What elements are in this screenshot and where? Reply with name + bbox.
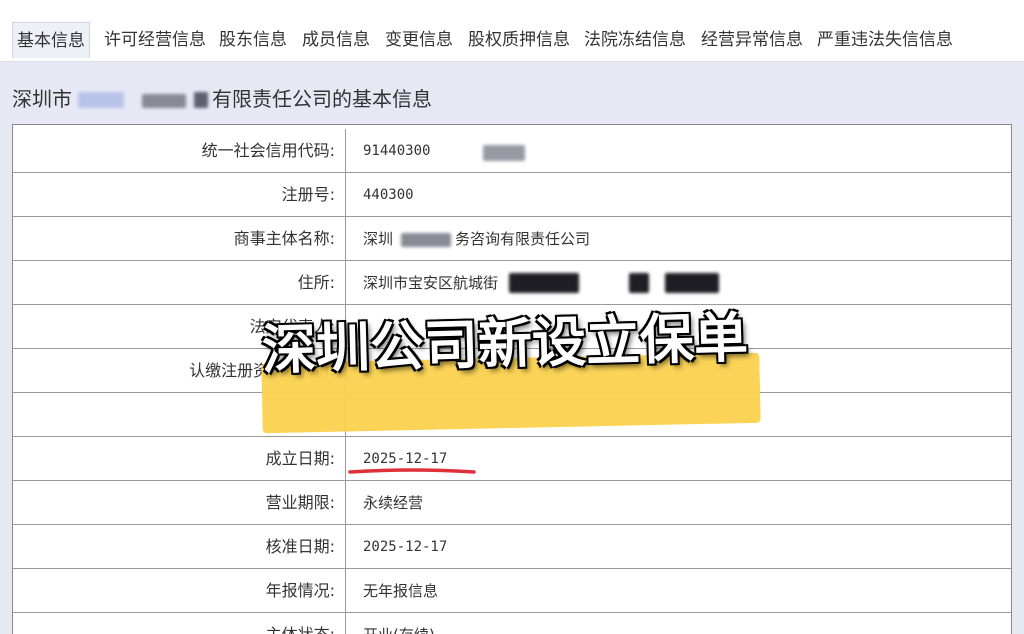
redaction-blur xyxy=(629,273,649,293)
redaction-blur xyxy=(401,233,451,247)
table-row: 注册号: 440300 xyxy=(13,173,1011,217)
entity-status-value: 开业(存续) xyxy=(363,613,435,634)
tab-member-info[interactable]: 成员信息 xyxy=(302,22,370,58)
redaction-blur xyxy=(665,273,719,293)
tab-serious-violation-info[interactable]: 严重违法失信信息 xyxy=(817,22,953,58)
redaction-blur xyxy=(78,92,124,108)
tab-basic-info[interactable]: 基本信息 xyxy=(12,22,90,58)
table-row: 成立日期: 2025-12-17 xyxy=(13,437,1011,481)
table-row: 核准日期: 2025-12-17 xyxy=(13,525,1011,569)
business-term-value: 永续经营 xyxy=(363,494,424,512)
tab-shareholder-info[interactable]: 股东信息 xyxy=(219,22,287,58)
redaction-blur xyxy=(509,273,579,293)
tab-court-freeze-info[interactable]: 法院冻结信息 xyxy=(584,22,686,58)
business-term-label: 营业期限: xyxy=(13,481,346,525)
table-row: 营业期限: 永续经营 xyxy=(13,481,1011,525)
approval-date-value: 2025-12-17 xyxy=(363,539,448,555)
annual-report-value: 无年报信息 xyxy=(363,582,439,600)
title-suffix: 有限责任公司的基本信息 xyxy=(212,87,432,111)
tab-change-info[interactable]: 变更信息 xyxy=(385,22,453,58)
entity-name-value-prefix: 深圳 xyxy=(363,230,394,248)
address-value: 深圳市宝安区航城街 xyxy=(363,274,499,292)
table-row: 商事主体名称: 深圳 务咨询有限责任公司 xyxy=(13,217,1011,261)
registration-number-label: 注册号: xyxy=(13,173,346,217)
red-underline-mark xyxy=(348,468,476,474)
table-row: 年报情况: 无年报信息 xyxy=(13,569,1011,613)
redaction-blur xyxy=(483,145,525,161)
establishment-date-label: 成立日期: xyxy=(13,437,346,481)
approval-date-label: 核准日期: xyxy=(13,525,346,569)
overlay-caption: 深圳公司新设立保单 xyxy=(261,306,749,382)
table-row: 统一社会信用代码: 91440300 xyxy=(13,129,1011,173)
entity-status-label: 主体状态: xyxy=(13,613,346,634)
credit-code-value: 91440300 xyxy=(363,143,431,159)
entity-name-label: 商事主体名称: xyxy=(13,217,346,261)
registration-number-value: 440300 xyxy=(363,187,414,203)
table-row: 住所: 深圳市宝安区航城街 xyxy=(13,261,1011,305)
tab-equity-pledge-info[interactable]: 股权质押信息 xyxy=(468,22,570,58)
credit-code-label: 统一社会信用代码: xyxy=(13,129,346,173)
title-prefix: 深圳市 xyxy=(12,87,72,111)
tab-bar: 基本信息 许可经营信息 股东信息 成员信息 变更信息 股权质押信息 法院冻结信息… xyxy=(0,0,1024,62)
annual-report-label: 年报情况: xyxy=(13,569,346,613)
table-row: 主体状态: 开业(存续) xyxy=(13,613,1011,634)
redaction-blur xyxy=(142,94,186,108)
tab-license-info[interactable]: 许可经营信息 xyxy=(104,22,206,58)
address-label: 住所: xyxy=(13,261,346,305)
redaction-blur xyxy=(194,92,208,108)
tab-abnormal-operation-info[interactable]: 经营异常信息 xyxy=(701,22,803,58)
entity-name-value-suffix: 务咨询有限责任公司 xyxy=(455,230,591,248)
